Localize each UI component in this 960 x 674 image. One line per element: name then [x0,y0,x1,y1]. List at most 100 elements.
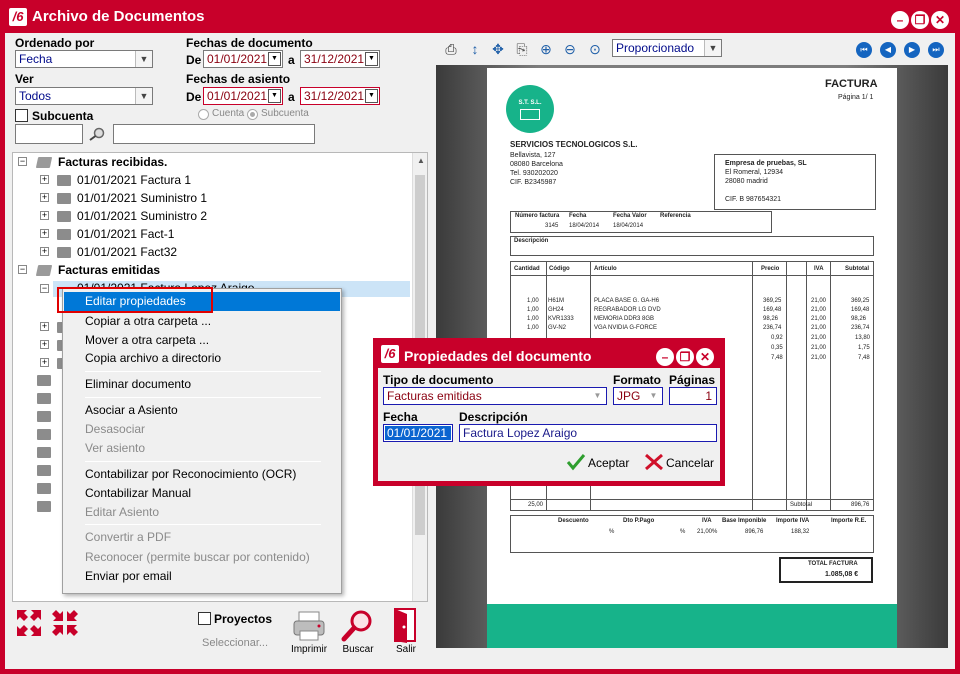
cross-icon[interactable] [644,453,664,471]
line-cell: 21,00 [811,316,827,322]
dialog-maximize-button[interactable]: ❐ [676,348,694,366]
menu-item-email[interactable]: Enviar por email [85,569,172,583]
cuenta-radio[interactable] [198,109,209,120]
expand-icon[interactable]: + [40,193,49,202]
menu-item-asociar[interactable]: Asociar a Asiento [85,403,178,417]
expand-icon[interactable]: + [40,175,49,184]
fit-height-icon[interactable]: ↕ [466,40,484,58]
line-cell: 236,74 [763,325,782,331]
line-cell: 369,25 [851,298,870,304]
tree-item[interactable]: 01/01/2021 Fact-1 [77,225,174,243]
imprimir-button[interactable]: Imprimir [289,644,329,655]
subtotal-label: Subtotal [790,502,813,508]
tree-node-recibidas[interactable]: Facturas recibidas. [58,153,167,171]
subcuenta-checkbox[interactable] [15,109,28,122]
line-cell: PLACA BASE G. GA-H6 [594,298,660,304]
collapse-icon[interactable]: − [18,157,27,166]
calendar-dropdown-icon[interactable]: ▼ [268,89,281,103]
ver-select[interactable]: Todos ▼ [15,87,153,105]
printer-icon[interactable] [292,610,326,642]
minimize-button[interactable]: – [891,11,909,29]
ordenado-select[interactable]: Fecha ▼ [15,50,153,68]
calendar-dropdown-icon[interactable]: ▼ [268,52,281,66]
buscar-button[interactable]: Buscar [338,644,378,655]
exit-door-icon[interactable] [392,607,418,643]
descripcion-field[interactable]: Factura Lopez Araigo [459,424,717,442]
subcuenta-label: Subcuenta [32,109,94,123]
checkmark-icon[interactable] [566,453,586,471]
ver-value: Todos [19,89,52,103]
close-button[interactable]: ✕ [931,11,949,29]
last-page-icon[interactable]: ⏭ [928,42,944,58]
zoom-out-icon[interactable]: ⊖ [561,40,579,58]
menu-item-mover[interactable]: Mover a otra carpeta ... [85,333,209,347]
expand-icon[interactable]: + [40,322,49,331]
line-cell: 1,00 [527,325,539,331]
collapse-icon[interactable]: − [18,265,27,274]
tipo-select[interactable]: Facturas emitidas ▼ [383,387,607,405]
tree-item[interactable]: 01/01/2021 Suministro 1 [77,189,207,207]
formato-select[interactable]: JPG ▼ [613,387,663,405]
menu-item-eliminar[interactable]: Eliminar documento [85,377,191,391]
expand-icon[interactable]: + [40,358,49,367]
menu-item-copia-archivo[interactable]: Copia archivo a directorio [85,351,221,365]
line-cell: 7,48 [858,355,870,361]
line-cell: 21,00 [811,335,827,341]
tree-item[interactable]: 01/01/2021 Suministro 2 [77,207,207,225]
menu-item-copiar[interactable]: Copiar a otra carpeta ... [85,314,211,328]
expand-icon[interactable]: + [40,340,49,349]
menu-item-manual[interactable]: Contabilizar Manual [85,486,191,500]
tree-item[interactable]: 01/01/2021 Fact32 [77,243,177,261]
cancel-button[interactable]: Cancelar [666,456,714,470]
expand-collapse-icons[interactable] [15,608,83,638]
seleccionar-label[interactable]: Seleccionar... [202,637,268,649]
tree-node-emitidas[interactable]: Facturas emitidas [58,261,160,279]
accept-button[interactable]: Aceptar [588,456,629,470]
menu-separator [85,461,321,462]
expand-icon[interactable]: + [40,247,49,256]
highlight-box [57,287,213,313]
paginas-field[interactable]: 1 [669,387,717,405]
first-page-icon[interactable]: ⏮ [856,42,872,58]
doc-from-date[interactable]: 01/01/2021 ▼ [203,50,283,68]
dialog-close-button[interactable]: ✕ [696,348,714,366]
title-bar[interactable]: /6 Archivo de Documentos – ❐ ✕ [0,0,960,33]
expand-icon[interactable]: + [40,229,49,238]
asi-from-date[interactable]: 01/01/2021 ▼ [203,87,283,105]
subcuenta-radio[interactable] [247,109,258,120]
search-icon[interactable] [88,126,106,142]
maximize-button[interactable]: ❐ [911,11,929,29]
fit-page-icon[interactable]: ✥ [489,40,507,58]
menu-separator [85,524,321,525]
dialog-minimize-button[interactable]: – [656,348,674,366]
rotate-icon[interactable]: ⎘ [513,40,531,58]
magnifier-icon[interactable] [341,608,375,642]
line-cell: 169,48 [851,307,870,313]
line-cell: 21,00 [811,298,827,304]
prev-page-icon[interactable]: ◀ [880,42,896,58]
subcuenta-name-input[interactable] [113,124,315,144]
next-page-icon[interactable]: ▶ [904,42,920,58]
line-cell: 236,74 [851,325,870,331]
expand-icon[interactable]: + [40,211,49,220]
subcuenta-code-input[interactable] [15,124,83,144]
proyectos-checkbox[interactable] [198,612,211,625]
folder-icon [57,247,71,258]
print-icon[interactable]: ⎙ [442,40,460,58]
fecha-field[interactable]: 01/01/2021 [383,424,453,442]
meta-header: Fecha Valor [613,213,647,219]
line-cell: 1,00 [527,316,539,322]
menu-item-ocr[interactable]: Contabilizar por Reconocimiento (OCR) [85,467,296,481]
zoom-mode-select[interactable]: Proporcionado ▼ [612,39,722,57]
collapse-icon[interactable]: − [40,284,49,293]
tree-item[interactable]: 01/01/2021 Factura 1 [77,171,191,189]
zoom-area-icon[interactable]: ⊙ [586,40,604,58]
calendar-dropdown-icon[interactable]: ▼ [365,52,378,66]
asi-to-date[interactable]: 31/12/2021 ▼ [300,87,380,105]
zoom-in-icon[interactable]: ⊕ [537,40,555,58]
doc-to-date[interactable]: 31/12/2021 ▼ [300,50,380,68]
calendar-dropdown-icon[interactable]: ▼ [365,89,378,103]
line-cell: REGRABADOR LG DVD [594,307,661,313]
salir-button[interactable]: Salir [386,644,426,655]
descripcion-label: Descripción [459,410,528,424]
